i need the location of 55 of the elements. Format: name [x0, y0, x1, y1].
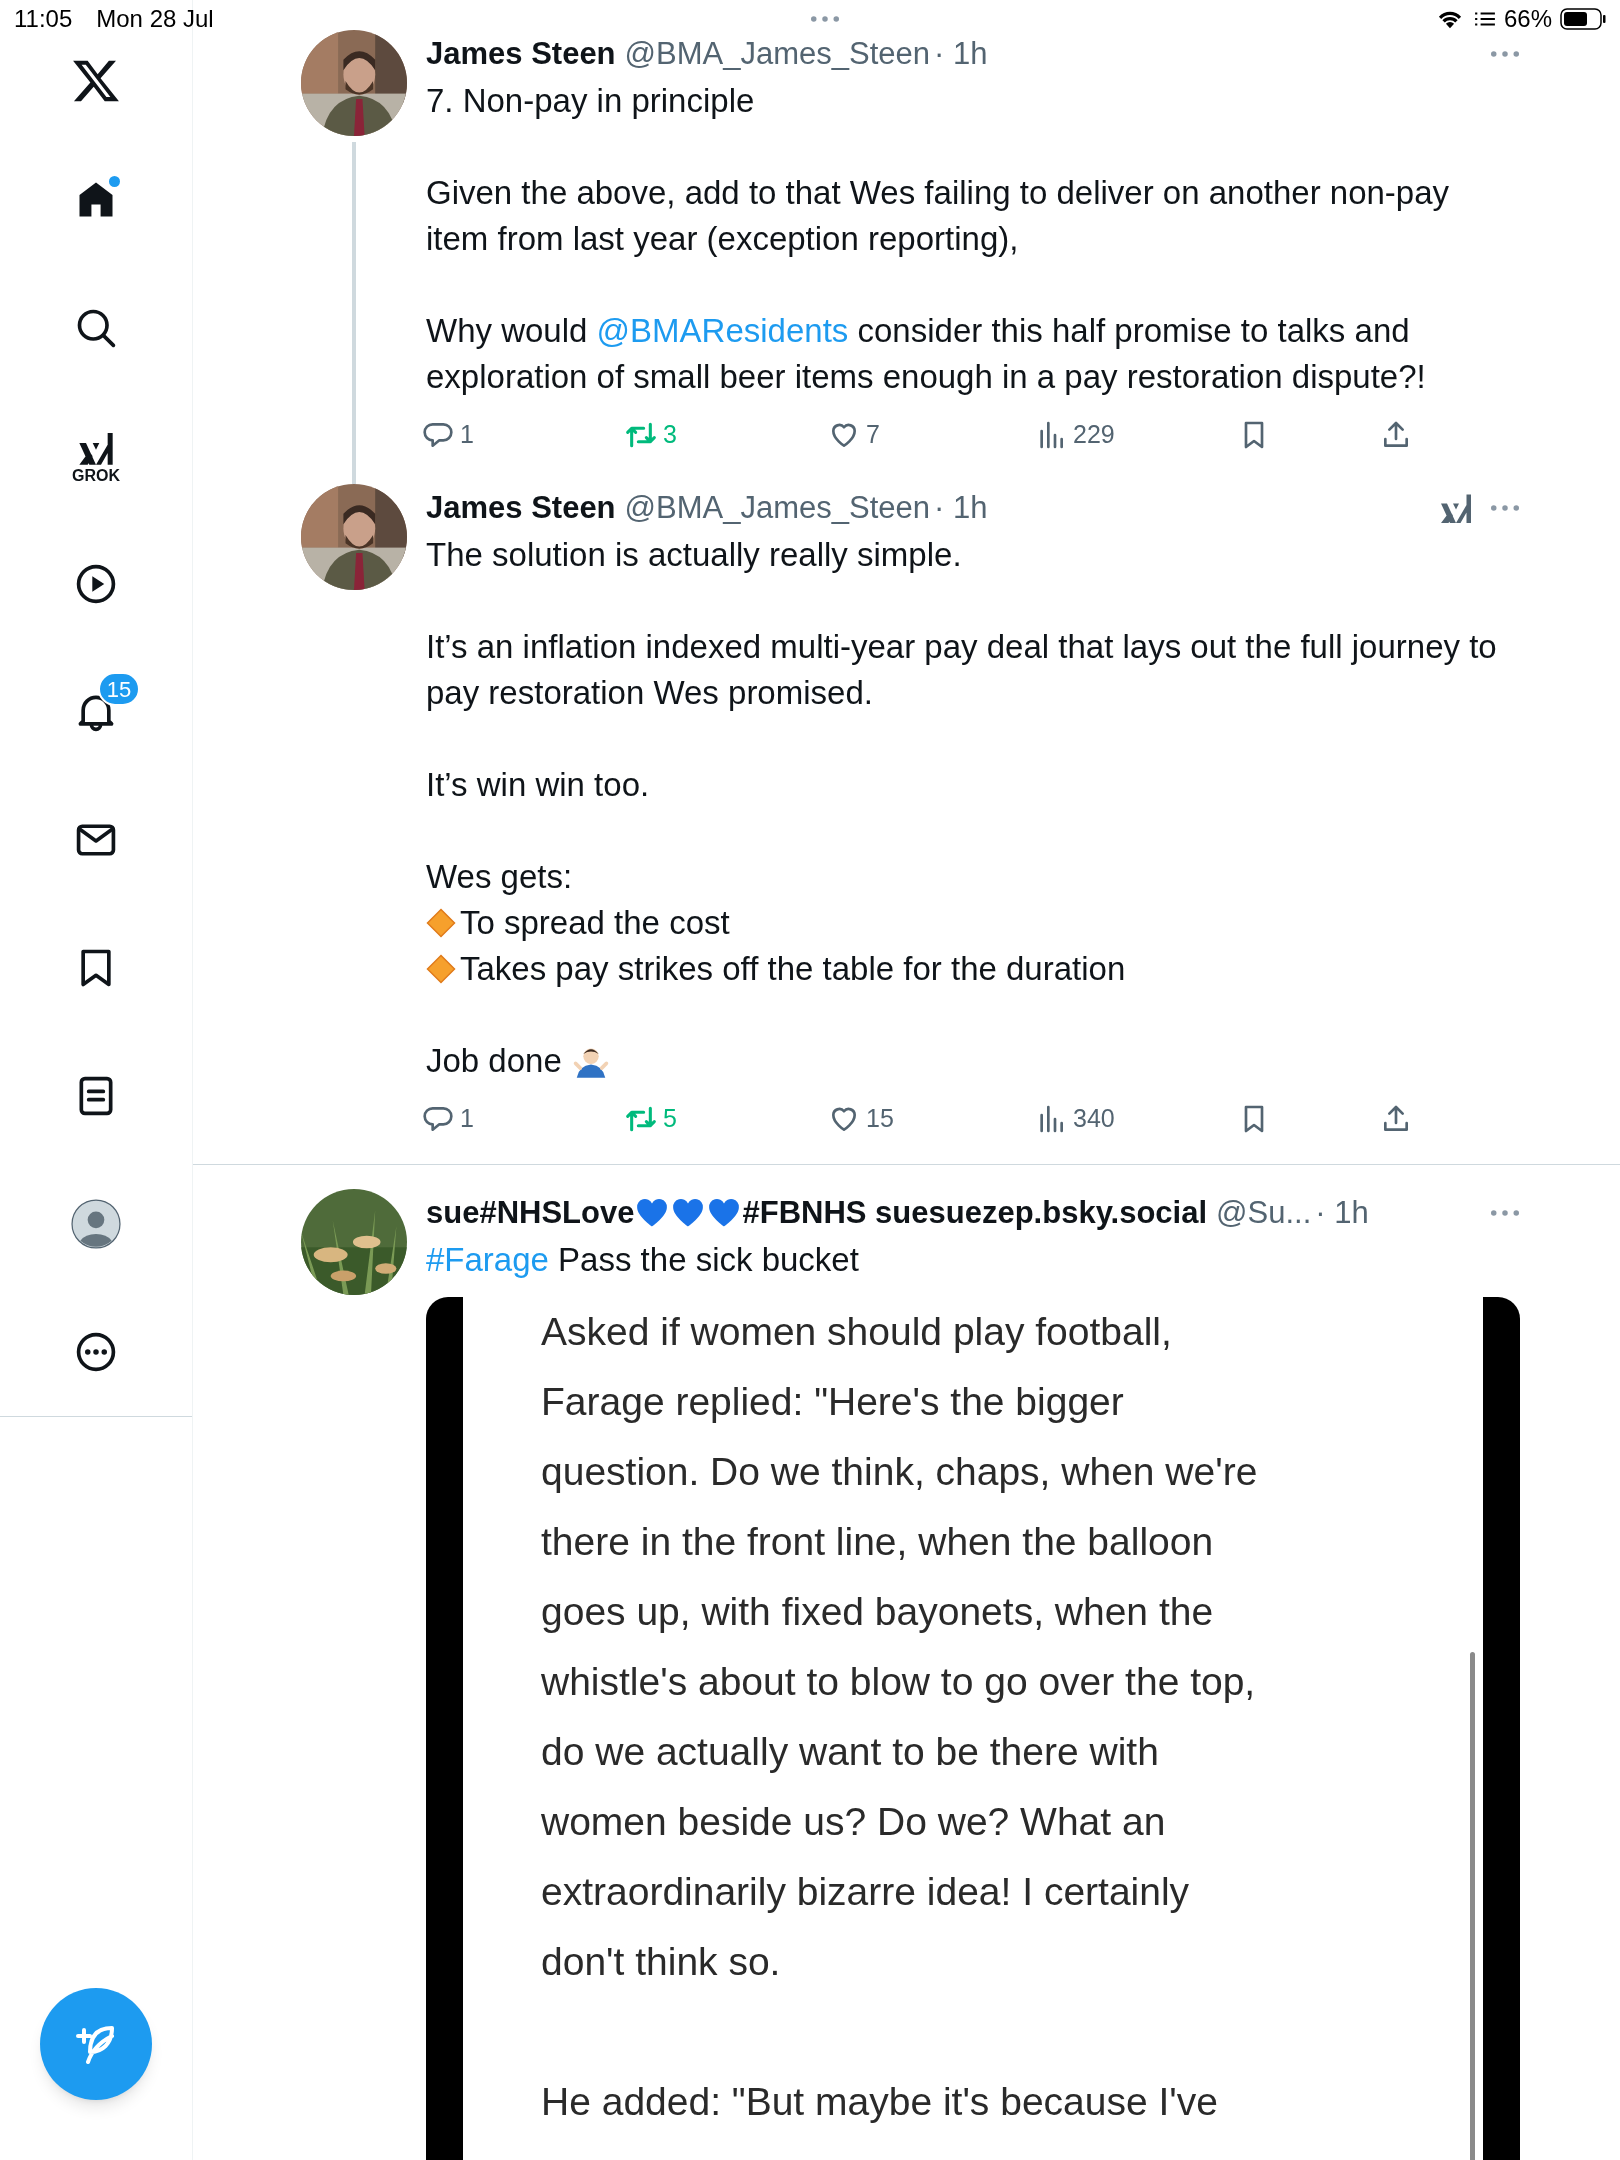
status-time: 11:05 — [14, 4, 73, 34]
screenshot-text-line: whistle's about to blow to go over the top, — [541, 1659, 1257, 1705]
diamond-icon — [426, 954, 456, 984]
author-name[interactable]: James Steen — [426, 30, 616, 78]
post-time: · 1h — [934, 488, 988, 527]
author-name[interactable]: sue#NHSLove — [426, 1189, 635, 1237]
post-time: · 1h — [1315, 1193, 1369, 1232]
more-options-icon[interactable] — [1490, 503, 1520, 513]
battery-icon — [1560, 8, 1606, 30]
post-text: Given the above, add to that Wes failing to deliver on another non-pay item from last year (exception reporting), — [426, 173, 1451, 259]
author-handle[interactable]: @BMA_James_Steen — [624, 484, 930, 532]
post-text: The solution is actually really simple. — [426, 535, 963, 575]
post-text: Job done — [426, 1041, 562, 1081]
author-name[interactable]: #FBNHS suesuezep.bsky.social — [742, 1189, 1208, 1237]
views-button[interactable]: 340 — [1035, 1100, 1115, 1138]
avatar-icon[interactable] — [71, 1199, 121, 1249]
author-name[interactable]: James Steen — [426, 484, 616, 532]
list-icon — [1473, 10, 1496, 28]
more-options-icon[interactable] — [1490, 1208, 1520, 1218]
notification-count-badge: 15 — [98, 672, 140, 706]
more-icon[interactable] — [74, 1330, 118, 1374]
bullet-point: Takes pay strikes off the table for the duration — [460, 949, 1126, 989]
reply-button[interactable]: 1 — [422, 416, 474, 454]
post-text: It’s an inflation indexed multi-year pay deal that lays out the full journey to pay restoration Wes promised. — [426, 627, 1498, 713]
text-screenshot[interactable] — [426, 1297, 1520, 2160]
author-handle[interactable]: @BMA_James_Steen — [624, 30, 930, 78]
post-text: #Farage Pass the sick bucket — [426, 1240, 860, 1280]
post-text: It’s win win too. — [426, 765, 651, 805]
screenshot-text-line: goes up, with fixed bayonets, when the — [541, 1589, 1215, 1635]
screenshot-text-line: He added: "But maybe it's because I've — [541, 2079, 1219, 2125]
post-text: Wes gets: — [426, 857, 574, 897]
screenshot-text-line: don't think so. — [541, 1939, 782, 1985]
more-options-icon[interactable] — [809, 14, 840, 24]
post-text: Why would @BMAResidents consider this half promise to talks and exploration of small beer items enough in a pay restoration dispute?! — [426, 311, 1427, 397]
screenshot-text-line: Asked if women should play football, — [541, 1309, 1173, 1355]
like-button[interactable]: 15 — [828, 1100, 894, 1138]
diamond-icon — [426, 908, 456, 938]
post-text: 7. Non-pay in principle — [426, 81, 756, 121]
views-button[interactable]: 229 — [1035, 416, 1115, 454]
screenshot-text-line: do we actually want to be there with — [541, 1729, 1160, 1775]
screenshot-text-line: question. Do we think, chaps, when we're — [541, 1449, 1259, 1495]
grok-label[interactable]: GROK — [72, 468, 120, 484]
screenshot-text-line: Farage replied: "Here's the bigger — [541, 1379, 1125, 1425]
status-date: Mon 28 Jul — [96, 4, 214, 34]
like-button[interactable]: 7 — [828, 416, 880, 454]
screenshot-text-line: extraordinarily bizarre idea! I certainly — [541, 1869, 1191, 1915]
reply-button[interactable]: 1 — [422, 1100, 474, 1138]
battery-percent: 66% — [1503, 4, 1552, 34]
bullet-point: To spread the cost — [460, 903, 730, 943]
more-options-icon[interactable] — [1490, 49, 1520, 59]
screenshot-text-line: there in the front line, when the balloon — [541, 1519, 1215, 1565]
screenshot-text-line: women beside us? Do we? What an — [541, 1799, 1167, 1845]
post-time: · 1h — [934, 34, 988, 73]
author-handle[interactable]: @Su... — [1216, 1189, 1312, 1237]
play-icon[interactable] — [74, 562, 118, 606]
